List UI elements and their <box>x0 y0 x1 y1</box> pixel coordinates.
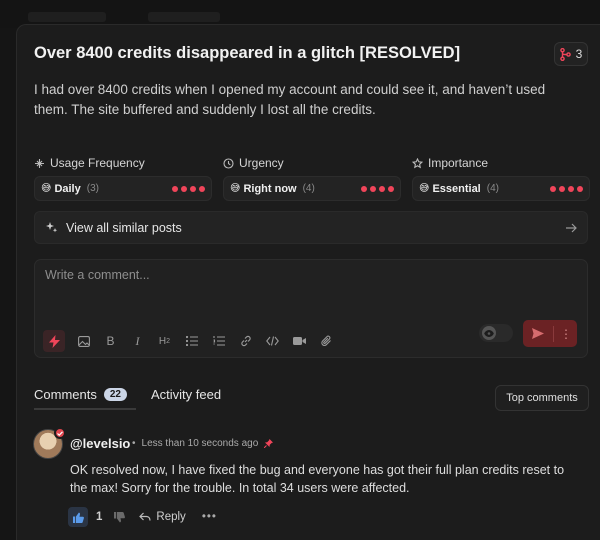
comment-actions: 1 Reply ••• <box>68 507 217 527</box>
like-button[interactable] <box>68 507 88 527</box>
background-tab <box>148 12 220 22</box>
attribute-count: (4) <box>302 183 315 194</box>
italic-icon[interactable]: I <box>124 330 151 352</box>
attribute-label: Importance <box>428 156 489 170</box>
comments-count-badge: 22 <box>103 387 127 401</box>
merged-count: 3 <box>575 47 583 61</box>
comment-input[interactable] <box>45 268 425 282</box>
attribute-urgency: Urgency 😅 Right now (4) <box>223 155 401 201</box>
post-description: I had over 8400 credits when I opened my… <box>34 82 546 117</box>
attribute-label: Urgency <box>239 156 284 170</box>
send-button[interactable]: ⋮ <box>523 320 577 347</box>
attribute-value: Right now <box>243 182 297 195</box>
thumbs-down-icon[interactable] <box>114 511 126 523</box>
view-similar-label: View all similar posts <box>66 220 182 235</box>
bold-icon[interactable]: B <box>97 330 124 352</box>
attribute-value-box[interactable]: 😅 Daily (3) <box>34 176 212 201</box>
reply-icon <box>139 512 152 521</box>
image-icon[interactable] <box>70 330 97 352</box>
attribute-count: (4) <box>486 183 499 194</box>
post-panel: Over 8400 credits disappeared in a glitc… <box>16 24 600 540</box>
more-options-icon[interactable]: ••• <box>202 511 217 523</box>
comment-text: OK resolved now, I have fixed the bug an… <box>70 463 565 495</box>
view-similar-posts-button[interactable]: View all similar posts <box>34 211 588 244</box>
star-icon <box>412 157 423 168</box>
tab-comments-label: Comments <box>34 386 97 402</box>
like-count: 1 <box>96 511 103 523</box>
attachment-icon[interactable] <box>313 330 340 352</box>
background-tab <box>28 12 106 22</box>
comment-composer: B I H2 <box>34 259 588 358</box>
separator-dot: • <box>132 438 136 449</box>
level-dots <box>361 185 394 192</box>
visibility-toggle[interactable] <box>479 324 513 342</box>
code-icon[interactable] <box>259 330 286 352</box>
comment-author[interactable]: @levelsio <box>70 436 130 451</box>
attribute-importance: Importance 😅 Essential (4) <box>412 155 590 201</box>
heading-icon[interactable]: H2 <box>151 330 178 352</box>
clock-icon <box>223 157 234 169</box>
sparkle-icon <box>35 158 44 168</box>
reply-button[interactable]: Reply <box>139 511 186 523</box>
video-icon[interactable] <box>286 330 313 352</box>
attribute-value-box[interactable]: 😅 Right now (4) <box>223 176 401 201</box>
active-tab-indicator <box>34 408 136 410</box>
sparkles-icon <box>46 222 58 233</box>
arrow-right-icon <box>566 223 577 232</box>
attribute-value: Essential <box>432 182 481 195</box>
eye-icon <box>484 329 494 337</box>
numbered-list-icon[interactable] <box>205 330 232 352</box>
link-icon[interactable] <box>232 330 259 352</box>
tab-comments[interactable]: Comments 22 <box>34 387 127 402</box>
merge-icon <box>559 47 571 61</box>
level-dots <box>550 185 583 192</box>
reply-label: Reply <box>156 511 186 523</box>
attribute-count: (3) <box>86 183 99 194</box>
comment-meta: • Less than 10 seconds ago <box>132 438 274 449</box>
post-title: Over 8400 credits disappeared in a glitc… <box>34 44 461 62</box>
pin-icon <box>264 439 274 448</box>
attribute-usage-frequency: Usage Frequency 😅 Daily (3) <box>34 155 212 201</box>
comment-time: Less than 10 seconds ago <box>141 438 259 449</box>
emoji-icon: 😅 <box>41 183 52 194</box>
tab-activity-label: Activity feed <box>150 386 222 402</box>
admin-badge-icon <box>54 427 66 439</box>
attribute-value-box[interactable]: 😅 Essential (4) <box>412 176 590 201</box>
attribute-value: Daily <box>54 182 81 195</box>
attribute-label: Usage Frequency <box>50 156 145 170</box>
merged-posts-badge[interactable]: 3 <box>554 42 588 66</box>
comment-tabs: Comments 22 Activity feed <box>34 383 221 405</box>
emoji-icon: 😅 <box>419 183 430 194</box>
bullet-list-icon[interactable] <box>178 330 205 352</box>
bolt-icon[interactable] <box>43 330 65 352</box>
tab-activity-feed[interactable]: Activity feed <box>151 387 221 402</box>
thumbs-up-icon <box>72 512 84 523</box>
level-dots <box>172 185 205 192</box>
send-icon <box>532 328 544 339</box>
more-vertical-icon[interactable]: ⋮ <box>554 327 577 341</box>
emoji-icon: 😅 <box>230 183 241 194</box>
sort-dropdown[interactable]: Top comments <box>495 385 589 411</box>
formatting-toolbar: B I H2 <box>43 330 340 352</box>
